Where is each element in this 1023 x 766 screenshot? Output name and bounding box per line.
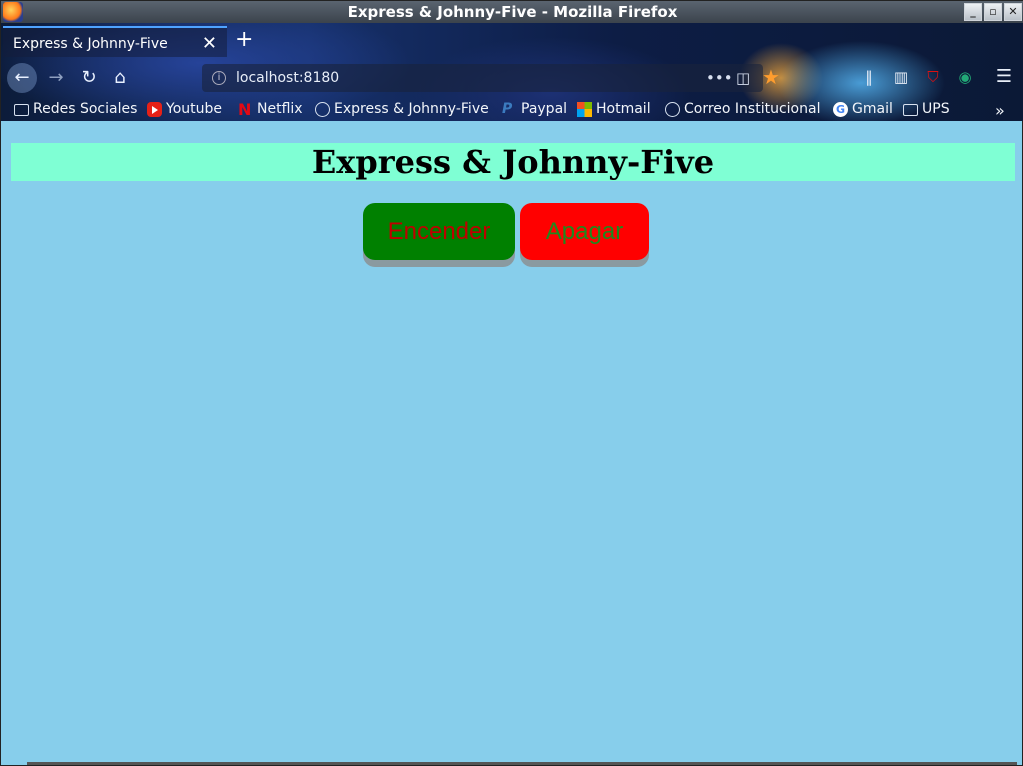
pocket-icon[interactable]: ◫ bbox=[736, 64, 750, 92]
bookmark-ups[interactable]: UPS bbox=[903, 101, 950, 117]
window-bottom-edge bbox=[27, 762, 1017, 765]
bookmark-youtube[interactable]: Youtube bbox=[147, 101, 222, 117]
ublock-icon[interactable]: ⛉ bbox=[923, 67, 943, 87]
tab-strip: Express & Johnny-Five ✕ + bbox=[1, 23, 1023, 57]
info-icon[interactable]: i bbox=[212, 71, 226, 85]
back-arrow-icon[interactable]: ← bbox=[7, 63, 37, 93]
tab-label: Express & Johnny-Five bbox=[13, 36, 168, 52]
apagar-button[interactable]: Apagar bbox=[520, 203, 649, 260]
bookmark-gmail[interactable]: G Gmail bbox=[833, 101, 893, 117]
folder-icon bbox=[903, 104, 918, 116]
forward-arrow-icon[interactable]: → bbox=[41, 63, 71, 93]
bookmark-express-johnny-five[interactable]: Express & Johnny-Five bbox=[315, 101, 489, 117]
google-icon: G bbox=[833, 101, 848, 117]
close-window-icon[interactable]: ✕ bbox=[1004, 3, 1022, 21]
page-actions-icon[interactable]: ••• bbox=[706, 64, 733, 92]
firefox-icon bbox=[3, 2, 23, 22]
reload-icon[interactable]: ↻ bbox=[74, 63, 104, 93]
library-icon[interactable]: ‖ bbox=[859, 67, 879, 87]
bookmarks-overflow-icon[interactable]: » bbox=[995, 101, 1005, 120]
bookmarks-toolbar: Redes Sociales Youtube N Netflix Express… bbox=[1, 99, 1023, 121]
bookmark-correo-institucional[interactable]: Correo Institucional bbox=[665, 101, 820, 117]
page-content: Express & Johnny-Five Encender Apagar bbox=[1, 121, 1022, 761]
youtube-icon bbox=[147, 101, 162, 117]
extension-icon[interactable]: ◉ bbox=[955, 67, 975, 87]
globe-icon bbox=[665, 101, 680, 117]
star-bookmark-icon[interactable]: ★ bbox=[761, 67, 781, 87]
sidebar-icon[interactable]: ▥ bbox=[891, 67, 911, 87]
url-bar[interactable]: i localhost:8180 ••• ◫ bbox=[202, 64, 763, 92]
tab-close-icon[interactable]: ✕ bbox=[202, 33, 217, 54]
home-icon[interactable]: ⌂ bbox=[105, 63, 135, 93]
maximize-icon[interactable]: ▫ bbox=[984, 3, 1002, 21]
bookmark-hotmail[interactable]: Hotmail bbox=[577, 101, 651, 117]
window-titlebar: Express & Johnny-Five - Mozilla Firefox … bbox=[1, 1, 1023, 23]
browser-chrome: Express & Johnny-Five ✕ + ← → ↻ ⌂ i loca… bbox=[1, 23, 1023, 121]
encender-button[interactable]: Encender bbox=[363, 203, 515, 260]
folder-icon bbox=[14, 104, 29, 116]
bookmark-redes-sociales[interactable]: Redes Sociales bbox=[14, 101, 137, 117]
navigation-toolbar: ← → ↻ ⌂ i localhost:8180 ••• ◫ ★ ‖ ▥ ⛉ ◉… bbox=[1, 59, 1023, 97]
bookmark-paypal[interactable]: P Paypal bbox=[502, 101, 567, 117]
window-title: Express & Johnny-Five - Mozilla Firefox bbox=[347, 3, 678, 21]
new-tab-icon[interactable]: + bbox=[235, 27, 253, 52]
minimize-icon[interactable]: _ bbox=[964, 3, 982, 21]
bookmark-netflix[interactable]: N Netflix bbox=[238, 101, 303, 117]
paypal-icon: P bbox=[502, 100, 513, 117]
tab-express-johnny-five[interactable]: Express & Johnny-Five ✕ bbox=[3, 26, 227, 57]
netflix-icon: N bbox=[238, 99, 252, 119]
menu-icon[interactable]: ☰ bbox=[994, 67, 1014, 87]
microsoft-icon bbox=[577, 101, 592, 117]
url-text: localhost:8180 bbox=[236, 70, 340, 86]
browser-window: Express & Johnny-Five - Mozilla Firefox … bbox=[0, 0, 1023, 766]
globe-icon bbox=[315, 101, 330, 117]
page-heading: Express & Johnny-Five bbox=[11, 143, 1015, 181]
